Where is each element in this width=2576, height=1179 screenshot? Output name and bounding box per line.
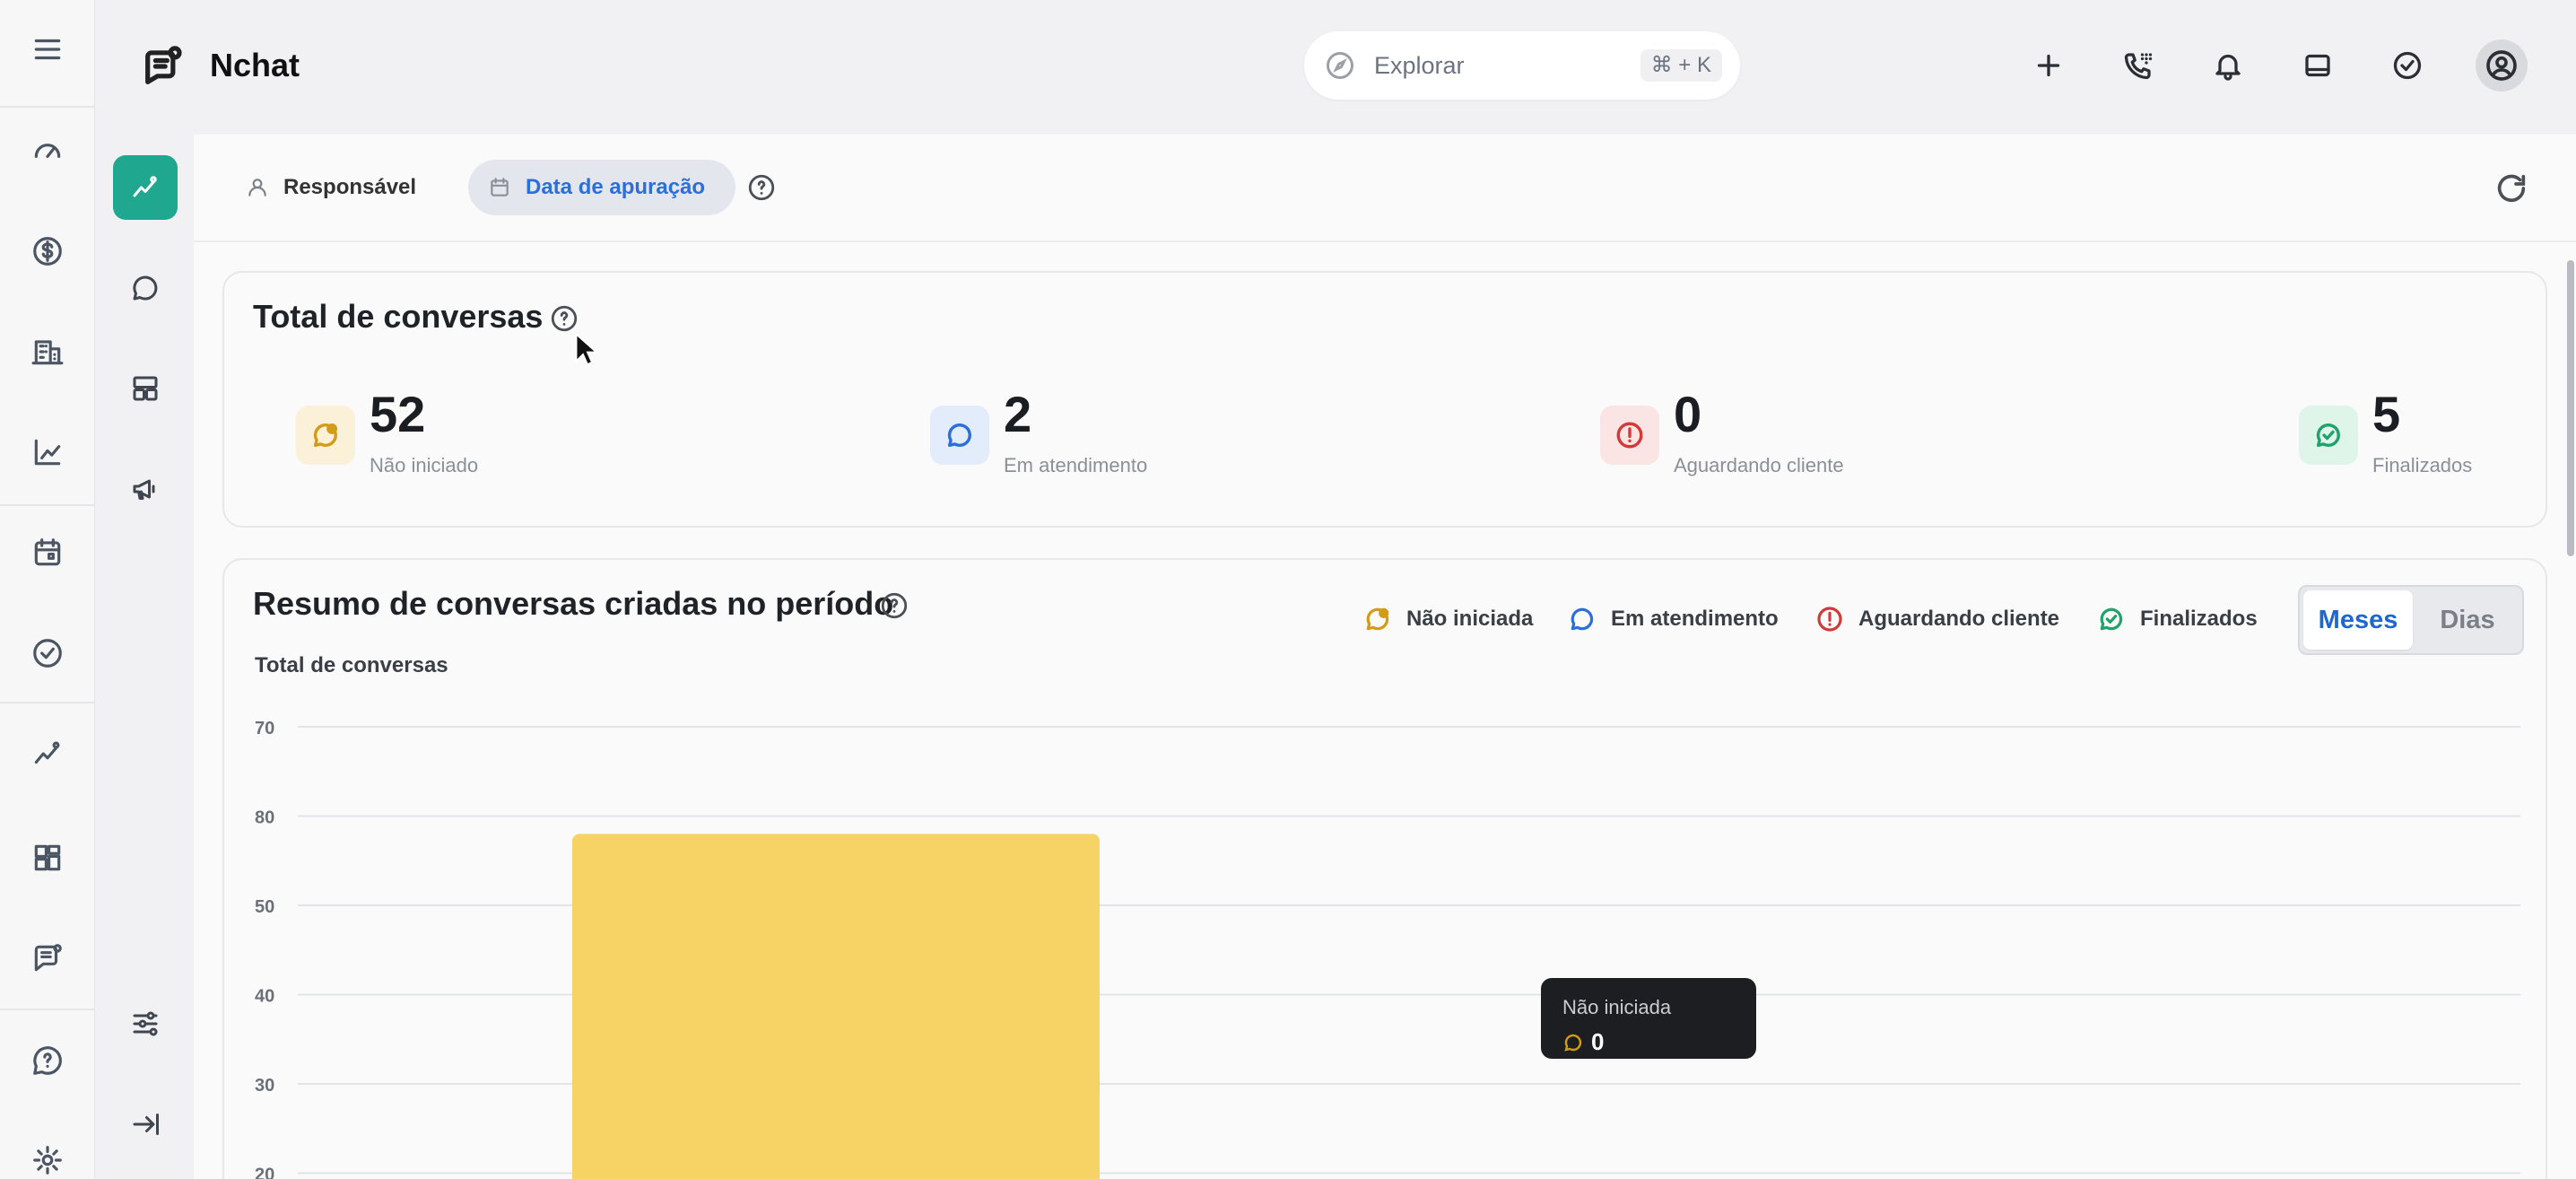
date-filter[interactable]: Data de apuração [468, 160, 736, 215]
task-check-icon[interactable] [2385, 43, 2430, 88]
explore-search[interactable]: ⌘ + K [1304, 31, 1740, 100]
phone-dialpad-icon[interactable] [2116, 43, 2161, 88]
stat-value: 2 [1004, 386, 1032, 442]
rail-divider-4 [0, 1009, 95, 1010]
sliders-icon [133, 1011, 158, 1036]
chat-dot-icon [1564, 1034, 1582, 1052]
dollar-icon[interactable] [25, 229, 70, 274]
rail-divider-3 [0, 702, 95, 703]
layout-grid-icon [133, 376, 158, 401]
y-tick-label: 40 [255, 987, 274, 1007]
stat-label: Em atendimento [1004, 454, 1148, 476]
total-conversations-title: Total de conversas [253, 298, 544, 335]
chat-check-icon [2299, 406, 2358, 465]
filters-nav-item[interactable] [113, 991, 178, 1056]
responsible-filter-label: Responsável [283, 175, 417, 199]
stats-chart-icon[interactable] [25, 430, 70, 475]
gauge-icon[interactable] [25, 128, 70, 173]
chat-bubble-icon [930, 406, 989, 465]
inbox-icon[interactable] [2295, 43, 2340, 88]
date-filter-label: Data de apuração [526, 175, 706, 199]
help-chat-icon[interactable] [25, 1038, 70, 1083]
y-tick-label: 80 [255, 808, 274, 828]
tooltip-value: 0 [1591, 1028, 1605, 1055]
y-tick-label: 20 [255, 1166, 274, 1179]
stat-value: 52 [370, 386, 426, 442]
stat-value: 5 [2372, 386, 2401, 442]
layout-nav-item[interactable] [113, 356, 178, 421]
chat-bubble-icon [133, 275, 158, 301]
filter-bar: Responsável Data de apuração [194, 135, 2576, 242]
top-bar: Nchat ⌘ + K [95, 0, 2576, 135]
analytics-nav-item[interactable] [113, 155, 178, 220]
tooltip-value-row: 0 [1562, 1028, 1604, 1056]
plus-icon[interactable] [2026, 43, 2071, 88]
stat-label: Aguardando cliente [1674, 454, 1844, 476]
trend-sparkle-icon [133, 176, 157, 197]
dashboard-main: Responsável Data de apuração Total de co… [194, 135, 2576, 1179]
chat-notes-icon[interactable] [25, 936, 70, 981]
arrow-to-right-icon [133, 1114, 159, 1135]
chat-dot-icon [296, 406, 355, 465]
building-icon[interactable] [25, 329, 70, 374]
app-rail [0, 0, 95, 1179]
responsible-filter[interactable]: Responsável [246, 160, 416, 215]
conversations-bar-chart: 70 80 50 40 30 20 [255, 719, 2520, 1179]
search-input[interactable] [1374, 48, 1625, 83]
help-circle-icon[interactable] [746, 172, 777, 203]
user-avatar-icon[interactable] [2476, 39, 2528, 92]
bell-icon[interactable] [2206, 43, 2250, 88]
trend-sparkle-icon[interactable] [25, 731, 70, 776]
total-conversations-card: Total de conversas 52 Não iniciado 2 Em … [222, 271, 2547, 528]
nchat-logo-icon [140, 43, 187, 90]
module-sidebar [96, 135, 193, 1179]
shortcut-hint: ⌘ + K [1640, 49, 1722, 82]
alert-circle-icon [1600, 406, 1659, 465]
conversations-nav-item[interactable] [113, 256, 178, 320]
stat-label: Não iniciado [370, 454, 479, 476]
megaphone-icon [133, 479, 155, 500]
bar-tooltip: Não iniciada 0 [1541, 978, 1756, 1059]
y-tick-label: 30 [255, 1076, 274, 1096]
app-name: Nchat [210, 47, 300, 83]
menu-icon[interactable] [25, 27, 70, 72]
settings-gear-icon[interactable] [25, 1138, 70, 1179]
collapse-nav-item[interactable] [113, 1092, 178, 1157]
mouse-cursor-icon [575, 332, 599, 366]
user-icon [248, 179, 266, 196]
refresh-icon[interactable] [2493, 170, 2529, 206]
period-summary-card: Resumo de conversas criadas no período N… [222, 558, 2547, 1179]
campaigns-nav-item[interactable] [113, 457, 178, 521]
stat-label: Finalizados [2372, 454, 2473, 476]
tooltip-title: Não iniciada [1562, 996, 1672, 1018]
compass-icon [1324, 49, 1356, 82]
y-tick-label: 50 [255, 897, 274, 917]
calendar-icon[interactable] [25, 530, 70, 575]
y-tick-label: 70 [255, 719, 274, 738]
check-circle-icon[interactable] [25, 631, 70, 676]
stat-value: 0 [1674, 386, 1702, 442]
bar-not-started[interactable] [572, 834, 1100, 1179]
dashboard-icon[interactable] [25, 835, 70, 880]
page-scrollbar[interactable] [2567, 260, 2574, 556]
rail-divider-2 [0, 504, 95, 506]
calendar-icon [491, 178, 509, 196]
rail-divider [0, 106, 95, 108]
help-circle-icon[interactable] [549, 303, 579, 334]
